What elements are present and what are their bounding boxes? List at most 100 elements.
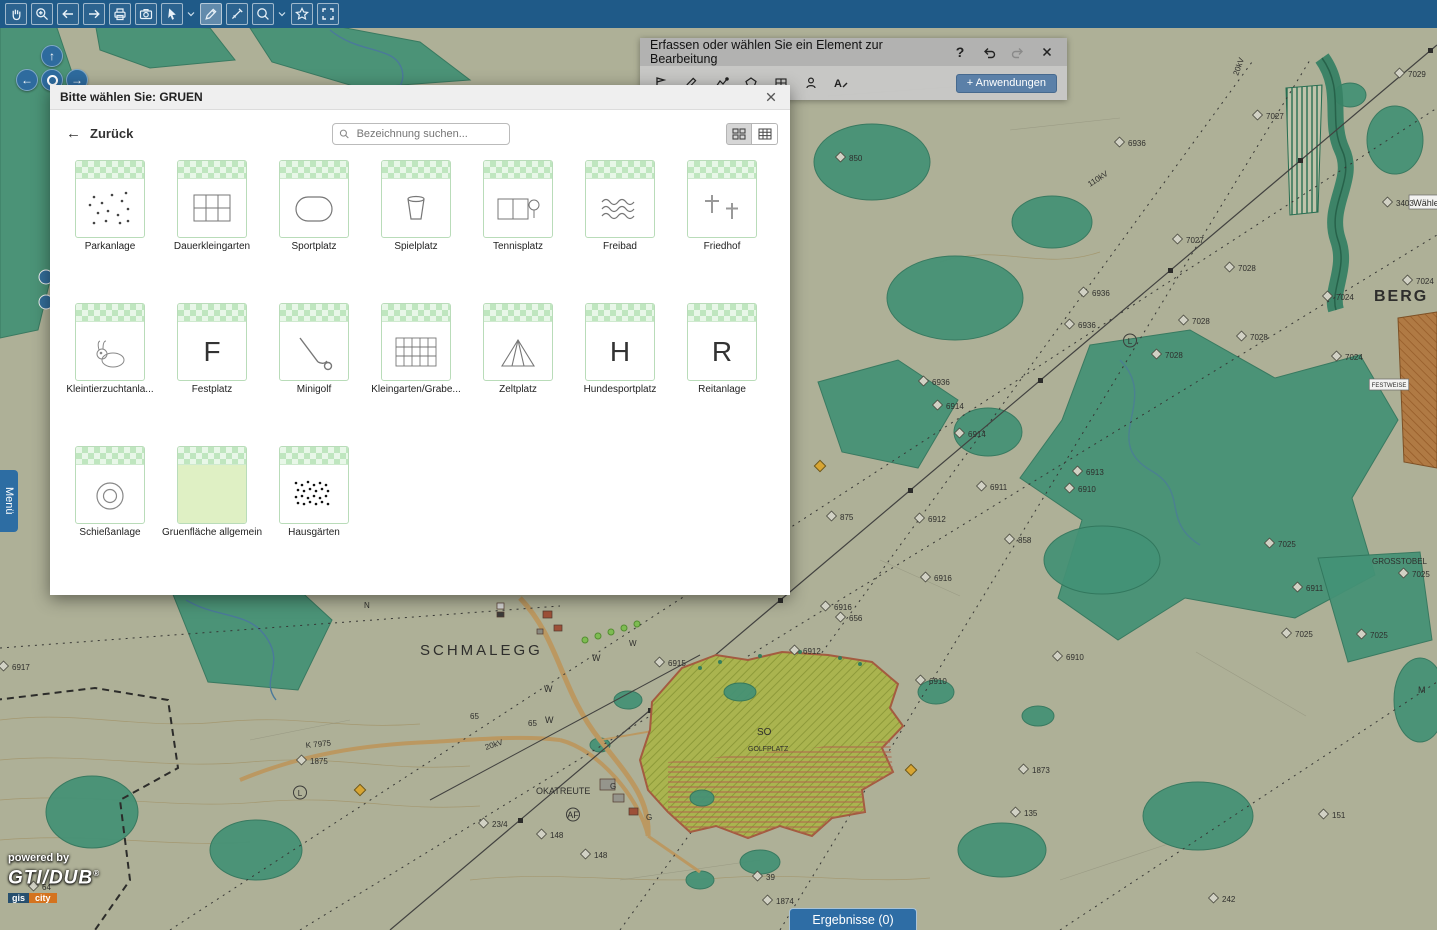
dialog-header: Bitte wählen Sie: GRUEN: [50, 85, 790, 110]
search-icon: [339, 128, 350, 140]
search-dropdown-caret[interactable]: [278, 10, 287, 18]
view-toggles: [726, 123, 778, 145]
text-edit-tool-button[interactable]: A: [830, 72, 852, 94]
left-arrow-icon: ←: [21, 73, 33, 87]
pan-up-button[interactable]: ↑: [41, 45, 63, 67]
print-button[interactable]: [109, 3, 131, 25]
draw-pencil-button[interactable]: [200, 3, 222, 25]
tile-gruenflaeche-allgemein[interactable]: Gruenfläche allgemein: [177, 446, 247, 538]
close-icon: [1040, 45, 1054, 59]
search-tool-button[interactable]: [252, 3, 274, 25]
parkanlage-icon: [82, 187, 138, 231]
tile-freibad[interactable]: Freibad: [585, 160, 655, 252]
tiles-row-1: Parkanlage Dauerkleingarten Sportplatz: [75, 160, 757, 252]
select-cursor-button[interactable]: [161, 3, 183, 25]
spielplatz-icon: [388, 187, 444, 231]
history-back-button[interactable]: [57, 3, 79, 25]
tiles-row-3: Schießanlage Gruenfläche allgemein Hausg…: [75, 446, 349, 538]
dialog-close-button[interactable]: [762, 88, 780, 106]
arrow-left-icon: [60, 6, 76, 22]
tile-festplatz[interactable]: F Festplatz: [177, 303, 247, 395]
tile-reitanlage[interactable]: R Reitanlage: [687, 303, 757, 395]
back-arrow-icon: ←: [66, 125, 81, 142]
dauerkleingarten-icon: [184, 187, 240, 231]
select-tool-button[interactable]: [800, 72, 822, 94]
zoom-in-icon: [34, 6, 50, 22]
up-arrow-icon: ↑: [49, 49, 55, 63]
panel-close-button[interactable]: [1037, 42, 1057, 62]
undo-button[interactable]: [979, 42, 999, 62]
svg-text:A: A: [834, 78, 842, 90]
gis-city-logo: giscity: [8, 893, 57, 903]
powered-by-label: powered by: [8, 852, 100, 864]
magnifier-icon: [255, 6, 271, 22]
cursor-icon: [164, 6, 180, 22]
text-edit-icon: A: [832, 75, 850, 91]
results-button[interactable]: Ergebnisse (0): [789, 908, 917, 930]
edit-panel-header: Erfassen oder wählen Sie ein Element zur…: [640, 38, 1067, 66]
measure-button[interactable]: [226, 3, 248, 25]
friedhof-icon: [694, 187, 750, 231]
table-view-button[interactable]: [752, 123, 778, 145]
vendor-logo: GTI/DUB®: [8, 864, 100, 888]
zeltplatz-icon: [490, 330, 546, 374]
tile-tennisplatz[interactable]: Tennisplatz: [483, 160, 553, 252]
tile-dauerkleingarten[interactable]: Dauerkleingarten: [177, 160, 247, 252]
reitanlage-icon: R: [712, 336, 732, 368]
festplatz-icon: F: [203, 336, 220, 368]
close-icon: [765, 91, 777, 103]
dialog-title: Bitte wählen Sie: GRUEN: [60, 90, 762, 104]
fullscreen-button[interactable]: [317, 3, 339, 25]
camera-icon: [138, 6, 154, 22]
pan-tool-button[interactable]: [5, 3, 27, 25]
minigolf-icon: [286, 330, 342, 374]
history-forward-button[interactable]: [83, 3, 105, 25]
card-view-button[interactable]: [726, 123, 752, 145]
expand-icon: [320, 6, 336, 22]
freibad-icon: [592, 187, 648, 231]
sportplatz-icon: [286, 187, 342, 231]
back-label: Zurück: [90, 126, 133, 141]
applications-button[interactable]: + Anwendungen: [956, 74, 1057, 93]
zoom-in-button[interactable]: [31, 3, 53, 25]
selection-dialog: Bitte wählen Sie: GRUEN ← Zurück: [50, 85, 790, 595]
screenshot-button[interactable]: [135, 3, 157, 25]
measure-pen-icon: [229, 6, 245, 22]
favorites-button[interactable]: [291, 3, 313, 25]
undo-icon: [981, 44, 997, 60]
tile-kleintierzuchtanlage[interactable]: Kleintierzuchtanla...: [75, 303, 145, 395]
tile-spielplatz[interactable]: Spielplatz: [381, 160, 451, 252]
kleintierzucht-icon: [82, 330, 138, 374]
menu-tab[interactable]: Menü: [0, 470, 18, 532]
redo-icon: [1010, 44, 1026, 60]
help-icon: ?: [956, 44, 965, 60]
search-input[interactable]: [355, 127, 503, 141]
search-box: [332, 123, 510, 145]
tile-kleingarten-grabeland[interactable]: Kleingarten/Grabe...: [381, 303, 451, 395]
tile-schiessanlage[interactable]: Schießanlage: [75, 446, 145, 538]
branding: powered by GTI/DUB® giscity: [8, 852, 100, 906]
schiessanlage-icon: [82, 473, 138, 517]
tile-sportplatz[interactable]: Sportplatz: [279, 160, 349, 252]
menu-tab-label: Menü: [3, 487, 15, 515]
redo-button[interactable]: [1008, 42, 1028, 62]
pencil-icon: [203, 6, 219, 22]
kleingarten-icon: [388, 330, 444, 374]
hundesportplatz-icon: H: [610, 336, 630, 368]
tile-parkanlage[interactable]: Parkanlage: [75, 160, 145, 252]
tiles-row-2: Kleintierzuchtanla... F Festplatz Minigo…: [75, 303, 757, 395]
center-ring-icon: [47, 75, 58, 86]
card-view-icon: [731, 126, 747, 142]
tile-minigolf[interactable]: Minigolf: [279, 303, 349, 395]
tennisplatz-icon: [490, 187, 546, 231]
dialog-toolbar: ← Zurück: [50, 121, 790, 149]
help-button[interactable]: ?: [950, 42, 970, 62]
tile-zeltplatz[interactable]: Zeltplatz: [483, 303, 553, 395]
tile-hundesportplatz[interactable]: H Hundesportplatz: [585, 303, 655, 395]
back-button[interactable]: ← Zurück: [60, 124, 139, 143]
pan-left-button[interactable]: ←: [16, 69, 38, 91]
pan-hand-icon: [8, 6, 24, 22]
tile-hausgaerten[interactable]: Hausgärten: [279, 446, 349, 538]
tile-friedhof[interactable]: Friedhof: [687, 160, 757, 252]
cursor-dropdown-caret[interactable]: [187, 10, 196, 18]
